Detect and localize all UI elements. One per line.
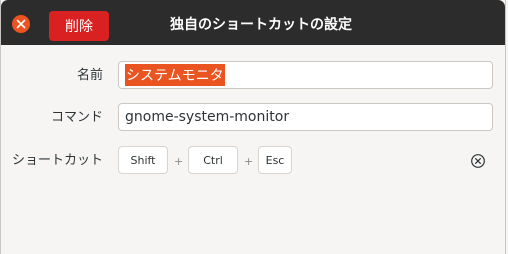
name-row: 名前 システムモニタ bbox=[1, 61, 505, 91]
custom-shortcut-dialog: 削除 独自のショートカットの設定 名前 システムモニタ コマンド gnome-s… bbox=[0, 0, 506, 254]
key-ctrl: Ctrl bbox=[188, 146, 238, 174]
key-shift: Shift bbox=[118, 146, 168, 174]
command-label: コマンド bbox=[50, 110, 103, 125]
command-input-text: gnome-system-monitor bbox=[125, 109, 290, 125]
close-icon bbox=[16, 19, 26, 29]
header-bar: 削除 独自のショートカットの設定 bbox=[1, 0, 505, 45]
shortcut-row: ショートカット Shift + Ctrl + Esc bbox=[1, 146, 505, 176]
delete-button[interactable]: 削除 bbox=[49, 11, 109, 41]
key-esc: Esc bbox=[258, 146, 292, 174]
close-button[interactable] bbox=[12, 15, 30, 33]
name-input[interactable]: システムモニタ bbox=[118, 61, 493, 89]
key-separator: + bbox=[244, 155, 254, 168]
clear-shortcut-icon[interactable] bbox=[470, 153, 486, 169]
command-row: コマンド gnome-system-monitor bbox=[1, 103, 505, 133]
shortcut-label: ショートカット bbox=[11, 153, 103, 168]
command-input[interactable]: gnome-system-monitor bbox=[118, 103, 493, 131]
name-input-selected-text: システムモニタ bbox=[125, 64, 225, 86]
key-separator: + bbox=[174, 155, 184, 168]
name-label: 名前 bbox=[76, 68, 103, 83]
